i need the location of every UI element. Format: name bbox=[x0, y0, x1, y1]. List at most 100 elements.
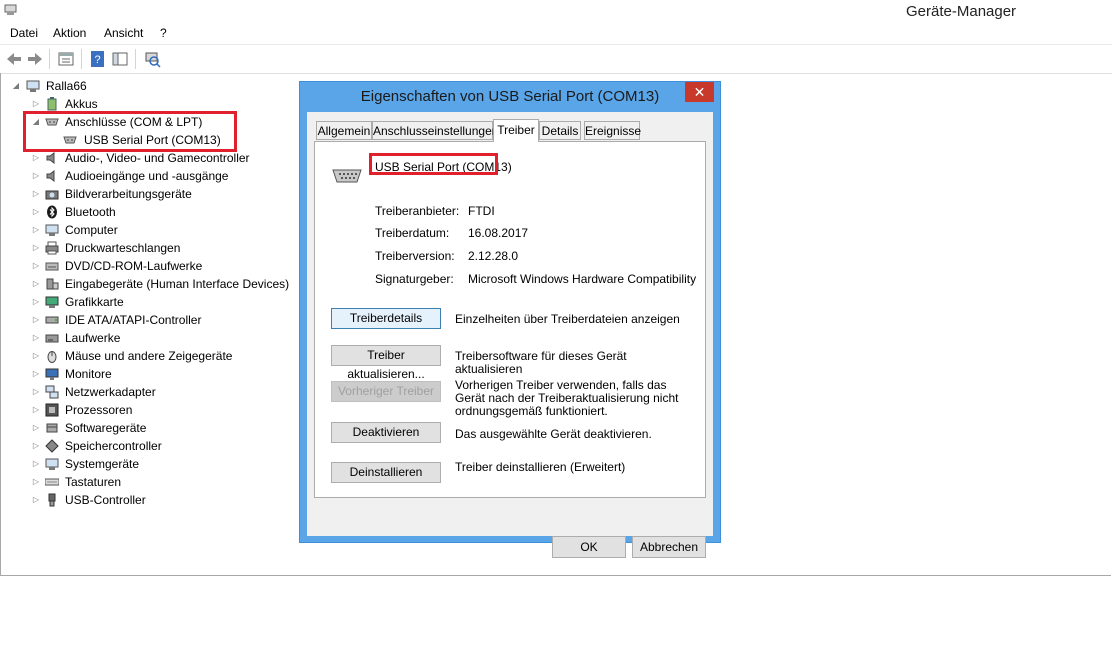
deaktivieren-description: Das ausgewählte Gerät deaktivieren. bbox=[455, 427, 652, 441]
deinstallieren-description: Treiber deinstallieren (Erweitert) bbox=[455, 460, 626, 474]
window-title: Geräte-Manager bbox=[906, 3, 1017, 20]
scan-hardware-icon[interactable] bbox=[143, 50, 161, 68]
dialog-title: Eigenschaften von USB Serial Port (COM13… bbox=[360, 88, 660, 105]
menu-ansicht[interactable]: Ansicht bbox=[104, 26, 143, 40]
tab-allgemein[interactable]: Allgemein bbox=[316, 121, 372, 140]
tree-item-label: Audioeingänge und -ausgänge bbox=[65, 169, 229, 183]
properties-icon[interactable] bbox=[57, 50, 75, 68]
dialog-body: Allgemein Anschlusseinstellungen Treiber… bbox=[307, 112, 713, 558]
forward-icon[interactable] bbox=[26, 50, 44, 68]
disk-drive-icon bbox=[45, 334, 59, 343]
menu-aktion[interactable]: Aktion bbox=[53, 26, 86, 40]
processor-icon bbox=[45, 403, 59, 417]
info-label-datum: Treiberdatum: bbox=[375, 226, 450, 240]
expand-icon[interactable]: ▷ bbox=[31, 365, 41, 383]
tab-anschlusseinstellungen[interactable]: Anschlusseinstellungen bbox=[372, 121, 498, 140]
tree-item-label: Mäuse und andere Zeigegeräte bbox=[65, 349, 233, 363]
expand-icon[interactable]: ▷ bbox=[31, 455, 41, 473]
title-bar: Geräte-Manager bbox=[0, 0, 1112, 22]
menu-bar: Datei Aktion Ansicht ? bbox=[0, 23, 1112, 43]
info-value-version: 2.12.28.0 bbox=[468, 249, 519, 263]
usb-icon bbox=[48, 493, 56, 507]
tree-item-label: Laufwerke bbox=[65, 331, 121, 345]
menu-help[interactable]: ? bbox=[160, 26, 167, 40]
toolbar: ? bbox=[0, 44, 1112, 74]
expand-icon[interactable]: ▷ bbox=[31, 275, 41, 293]
info-value-datum: 16.08.2017 bbox=[468, 226, 529, 240]
toolbar-separator bbox=[81, 49, 82, 69]
monitor-icon bbox=[45, 368, 59, 380]
display-adapter-icon bbox=[45, 296, 59, 308]
ide-controller-icon bbox=[45, 316, 59, 324]
computer-icon bbox=[26, 80, 40, 92]
deaktivieren-button[interactable]: Deaktivieren bbox=[331, 422, 441, 443]
back-icon[interactable] bbox=[5, 50, 23, 68]
tree-item-label: IDE ATA/ATAPI-Controller bbox=[65, 313, 202, 327]
treiber-aktualisieren-description: Treibersoftware für dieses Gerät aktuali… bbox=[455, 349, 627, 376]
tree-item-label: Computer bbox=[65, 223, 118, 237]
software-device-icon bbox=[46, 423, 58, 433]
treiberdetails-button[interactable]: Treiberdetails bbox=[331, 308, 441, 329]
tree-item-label: Prozessoren bbox=[65, 403, 133, 417]
expand-icon[interactable]: ▷ bbox=[31, 329, 41, 347]
computer-icon bbox=[45, 224, 59, 236]
tree-item-label: Eingabegeräte (Human Interface Devices) bbox=[65, 277, 290, 291]
highlight-box bbox=[369, 153, 498, 175]
expand-icon[interactable]: ▷ bbox=[31, 419, 41, 437]
serial-port-icon bbox=[332, 169, 362, 183]
expand-icon[interactable]: ▷ bbox=[31, 401, 41, 419]
speaker-icon bbox=[46, 152, 55, 164]
bluetooth-icon bbox=[47, 205, 57, 219]
tree-item-label: Systemgeräte bbox=[65, 457, 140, 471]
expand-icon[interactable]: ▷ bbox=[31, 491, 41, 509]
expand-icon[interactable]: ▷ bbox=[31, 473, 41, 491]
storage-controller-icon bbox=[45, 439, 59, 453]
tree-root[interactable]: ◢ Ralla66 bbox=[11, 77, 131, 95]
hid-icon bbox=[46, 278, 59, 290]
driver-tab-panel: USB Serial Port (COM13) Treiberanbieter:… bbox=[314, 141, 706, 498]
tab-details[interactable]: Details bbox=[539, 121, 581, 140]
keyboard-icon bbox=[45, 478, 59, 486]
svg-text:?: ? bbox=[94, 54, 100, 66]
treiber-aktualisieren-button[interactable]: Treiber aktualisieren... bbox=[331, 345, 441, 381]
speaker-icon bbox=[46, 170, 55, 182]
info-value-signatur: Microsoft Windows Hardware Compatibility bbox=[468, 272, 697, 286]
vorheriger-treiber-description: Vorherigen Treiber verwenden, falls das … bbox=[455, 378, 679, 418]
vorheriger-treiber-button[interactable]: Vorheriger Treiber bbox=[331, 381, 441, 402]
expand-icon[interactable]: ▷ bbox=[31, 221, 41, 239]
info-label-signatur: Signaturgeber: bbox=[375, 272, 454, 286]
expand-icon[interactable]: ▷ bbox=[31, 239, 41, 257]
tree-item-label: Monitore bbox=[65, 367, 112, 381]
ok-button[interactable]: OK bbox=[552, 536, 626, 558]
deinstallieren-button[interactable]: Deinstallieren bbox=[331, 462, 441, 483]
info-value-anbieter: FTDI bbox=[468, 204, 495, 218]
tree-item-label: Druckwarteschlangen bbox=[65, 241, 181, 255]
tab-treiber[interactable]: Treiber bbox=[493, 119, 539, 142]
device-manager-icon bbox=[4, 4, 17, 15]
tree-item-label: Bluetooth bbox=[65, 205, 116, 219]
expand-icon[interactable]: ▷ bbox=[31, 293, 41, 311]
toolbar-separator bbox=[49, 49, 50, 69]
tree-item-label: Bildverarbeitungsgeräte bbox=[65, 187, 192, 201]
system-device-icon bbox=[45, 458, 59, 470]
collapse-icon[interactable]: ◢ bbox=[11, 77, 21, 95]
expand-icon[interactable]: ▷ bbox=[31, 167, 41, 185]
tree-item-label: USB-Controller bbox=[65, 493, 146, 507]
info-label-version: Treiberversion: bbox=[375, 249, 455, 263]
help-icon[interactable]: ? bbox=[89, 50, 107, 68]
tree-item-label: Grafikkarte bbox=[65, 295, 124, 309]
expand-icon[interactable]: ▷ bbox=[31, 257, 41, 275]
show-hide-icon[interactable] bbox=[111, 50, 129, 68]
tab-ereignisse[interactable]: Ereignisse bbox=[584, 121, 641, 140]
battery-icon bbox=[47, 97, 57, 111]
menu-datei[interactable]: Datei bbox=[10, 26, 38, 40]
close-icon[interactable]: ✕ bbox=[685, 82, 714, 102]
expand-icon[interactable]: ▷ bbox=[31, 203, 41, 221]
expand-icon[interactable]: ▷ bbox=[31, 347, 41, 365]
expand-icon[interactable]: ▷ bbox=[31, 437, 41, 455]
expand-icon[interactable]: ▷ bbox=[31, 383, 41, 401]
expand-icon[interactable]: ▷ bbox=[31, 311, 41, 329]
expand-icon[interactable]: ▷ bbox=[31, 185, 41, 203]
tree-item-label: Netzwerkadapter bbox=[65, 385, 156, 399]
cancel-button[interactable]: Abbrechen bbox=[632, 536, 706, 558]
